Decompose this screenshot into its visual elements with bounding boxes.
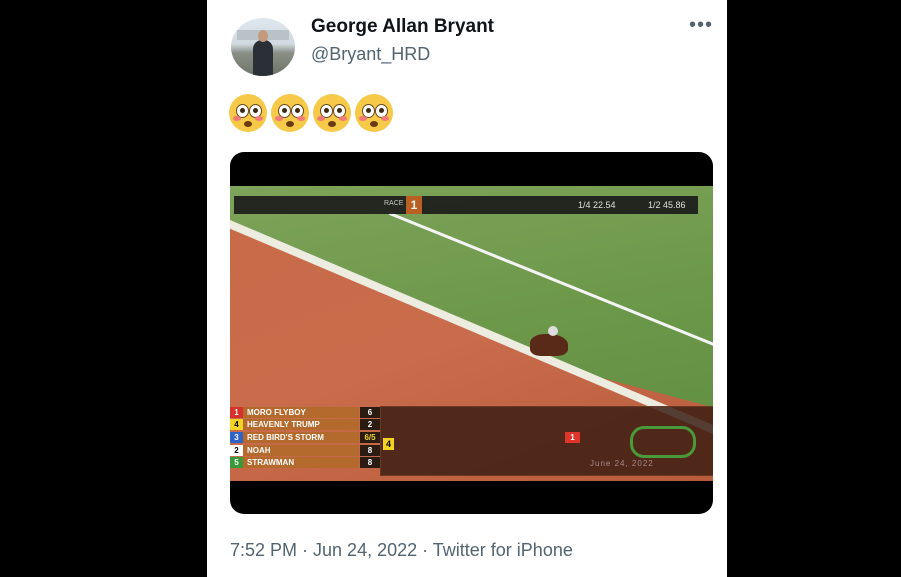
tweet-timestamp[interactable]: 7:52 PM · Jun 24, 2022 · Twitter for iPh… — [230, 540, 573, 561]
tweet-card: George Allan Bryant @Bryant_HRD ••• RACE… — [207, 0, 727, 577]
horse-name: MORO FLYBOY — [243, 406, 359, 418]
half-time: 1/2 45.86 — [648, 200, 686, 210]
avatar[interactable] — [231, 18, 295, 76]
tweet-text-emojis — [229, 94, 393, 132]
running-order-row: 2 NOAH 8 — [230, 444, 380, 457]
post-position: 3 — [230, 431, 243, 443]
horse — [530, 334, 568, 356]
horse-name: NOAH — [243, 444, 359, 456]
running-order-row: 1 MORO FLYBOY 6 — [230, 406, 380, 419]
video-player[interactable]: RACE 1 1/4 22.54 1/2 45.86 1 MORO FLYBOY… — [230, 152, 713, 514]
horse-name: STRAWMAN — [243, 457, 359, 469]
horse-odds: 6 — [360, 406, 380, 418]
author-handle[interactable]: @Bryant_HRD — [311, 44, 430, 65]
horse-odds: 8 — [360, 457, 380, 469]
race-label: RACE — [384, 200, 404, 207]
quarter-time: 1/4 22.54 — [578, 200, 616, 210]
horse-name: HEAVENLY TRUMP — [243, 419, 359, 431]
running-order: 1 MORO FLYBOY 6 4 HEAVENLY TRUMP 2 3 RED… — [230, 406, 380, 469]
race-timer-bar: RACE 1 1/4 22.54 1/2 45.86 — [234, 196, 698, 214]
saddlecloth-marker: 4 — [383, 438, 394, 450]
avatar-head — [258, 30, 268, 42]
running-order-row: 5 STRAWMAN 8 — [230, 456, 380, 469]
post-position: 4 — [230, 419, 243, 431]
post-position: 5 — [230, 457, 243, 469]
flushed-face-emoji — [229, 94, 267, 132]
horse-name: RED BIRD'S STORM — [243, 431, 359, 443]
horse-odds: 8 — [360, 444, 380, 456]
video-date-stamp: June 24, 2022 — [590, 459, 654, 468]
post-position: 1 — [230, 406, 243, 418]
race-number: 1 — [406, 196, 422, 214]
running-order-row: 3 RED BIRD'S STORM 6/5 — [230, 431, 380, 444]
video-frame: RACE 1 1/4 22.54 1/2 45.86 1 MORO FLYBOY… — [230, 186, 713, 481]
horse-odds: 6/5 — [360, 431, 380, 443]
horse-odds: 2 — [360, 419, 380, 431]
flushed-face-emoji — [313, 94, 351, 132]
flushed-face-emoji — [271, 94, 309, 132]
track-map-icon — [630, 426, 696, 458]
more-options-icon[interactable]: ••• — [689, 14, 713, 37]
avatar-person — [253, 40, 273, 76]
leader-marker: 1 — [565, 432, 580, 443]
jockey — [548, 326, 558, 336]
post-position: 2 — [230, 444, 243, 456]
author-name[interactable]: George Allan Bryant — [311, 16, 494, 38]
running-order-row: 4 HEAVENLY TRUMP 2 — [230, 419, 380, 432]
flushed-face-emoji — [355, 94, 393, 132]
